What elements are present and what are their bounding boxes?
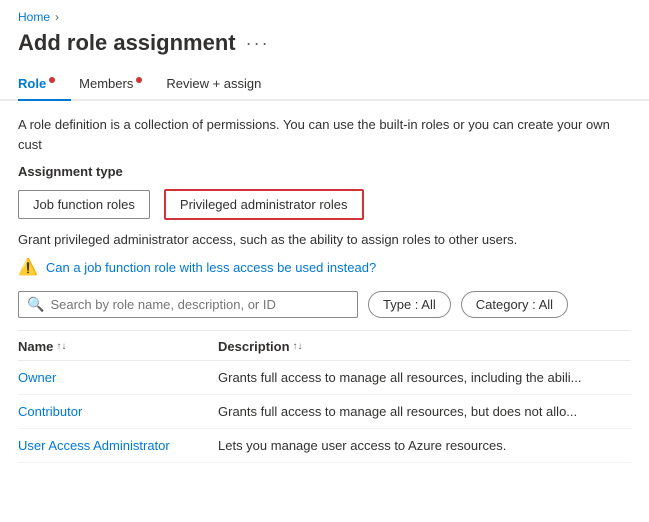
content-area: A role definition is a collection of per… (0, 101, 649, 463)
tab-role[interactable]: Role (18, 68, 71, 99)
warning-link[interactable]: Can a job function role with less access… (46, 260, 376, 275)
warning-icon: ⚠️ (18, 257, 38, 277)
table-row: Owner Grants full access to manage all r… (18, 361, 631, 395)
role-name-owner[interactable]: Owner (18, 370, 218, 385)
role-desc-contributor: Grants full access to manage all resourc… (218, 404, 631, 419)
role-name-contributor[interactable]: Contributor (18, 404, 218, 419)
tab-members[interactable]: Members (79, 68, 158, 99)
roles-table: Name ↑↓ Description ↑↓ Owner Grants full… (18, 330, 631, 463)
search-filter-row: 🔍 Type : All Category : All (18, 291, 631, 318)
role-desc-user-access-admin: Lets you manage user access to Azure res… (218, 438, 631, 453)
job-function-roles-button[interactable]: Job function roles (18, 190, 150, 219)
breadcrumb-separator: › (55, 10, 59, 24)
privileged-admin-roles-button[interactable]: Privileged administrator roles (164, 189, 364, 220)
search-input[interactable] (50, 297, 349, 312)
assignment-type-label: Assignment type (18, 164, 631, 179)
grant-text: Grant privileged administrator access, s… (18, 232, 631, 247)
name-sort-icon[interactable]: ↑↓ (56, 341, 66, 352)
page-title: Add role assignment (18, 30, 236, 56)
role-desc-owner: Grants full access to manage all resourc… (218, 370, 631, 385)
page-header: Add role assignment ··· (0, 28, 649, 68)
column-description-header: Description ↑↓ (218, 339, 631, 354)
breadcrumb: Home › (0, 0, 649, 28)
tabs-row: Role Members Review + assign (0, 68, 649, 101)
table-row: Contributor Grants full access to manage… (18, 395, 631, 429)
breadcrumb-home[interactable]: Home (18, 10, 50, 24)
role-type-row: Job function roles Privileged administra… (18, 189, 631, 220)
description-text: A role definition is a collection of per… (18, 115, 631, 154)
desc-sort-icon[interactable]: ↑↓ (293, 341, 303, 352)
warning-row: ⚠️ Can a job function role with less acc… (18, 257, 631, 277)
search-box: 🔍 (18, 291, 358, 318)
category-filter-button[interactable]: Category : All (461, 291, 568, 318)
tab-role-dot (49, 77, 55, 83)
search-icon: 🔍 (27, 296, 44, 313)
tab-review[interactable]: Review + assign (166, 68, 277, 99)
more-options-icon[interactable]: ··· (246, 33, 270, 54)
type-filter-button[interactable]: Type : All (368, 291, 451, 318)
tab-members-dot (136, 77, 142, 83)
role-name-user-access-admin[interactable]: User Access Administrator (18, 438, 218, 453)
table-header: Name ↑↓ Description ↑↓ (18, 331, 631, 361)
column-name-header: Name ↑↓ (18, 339, 218, 354)
table-row: User Access Administrator Lets you manag… (18, 429, 631, 463)
